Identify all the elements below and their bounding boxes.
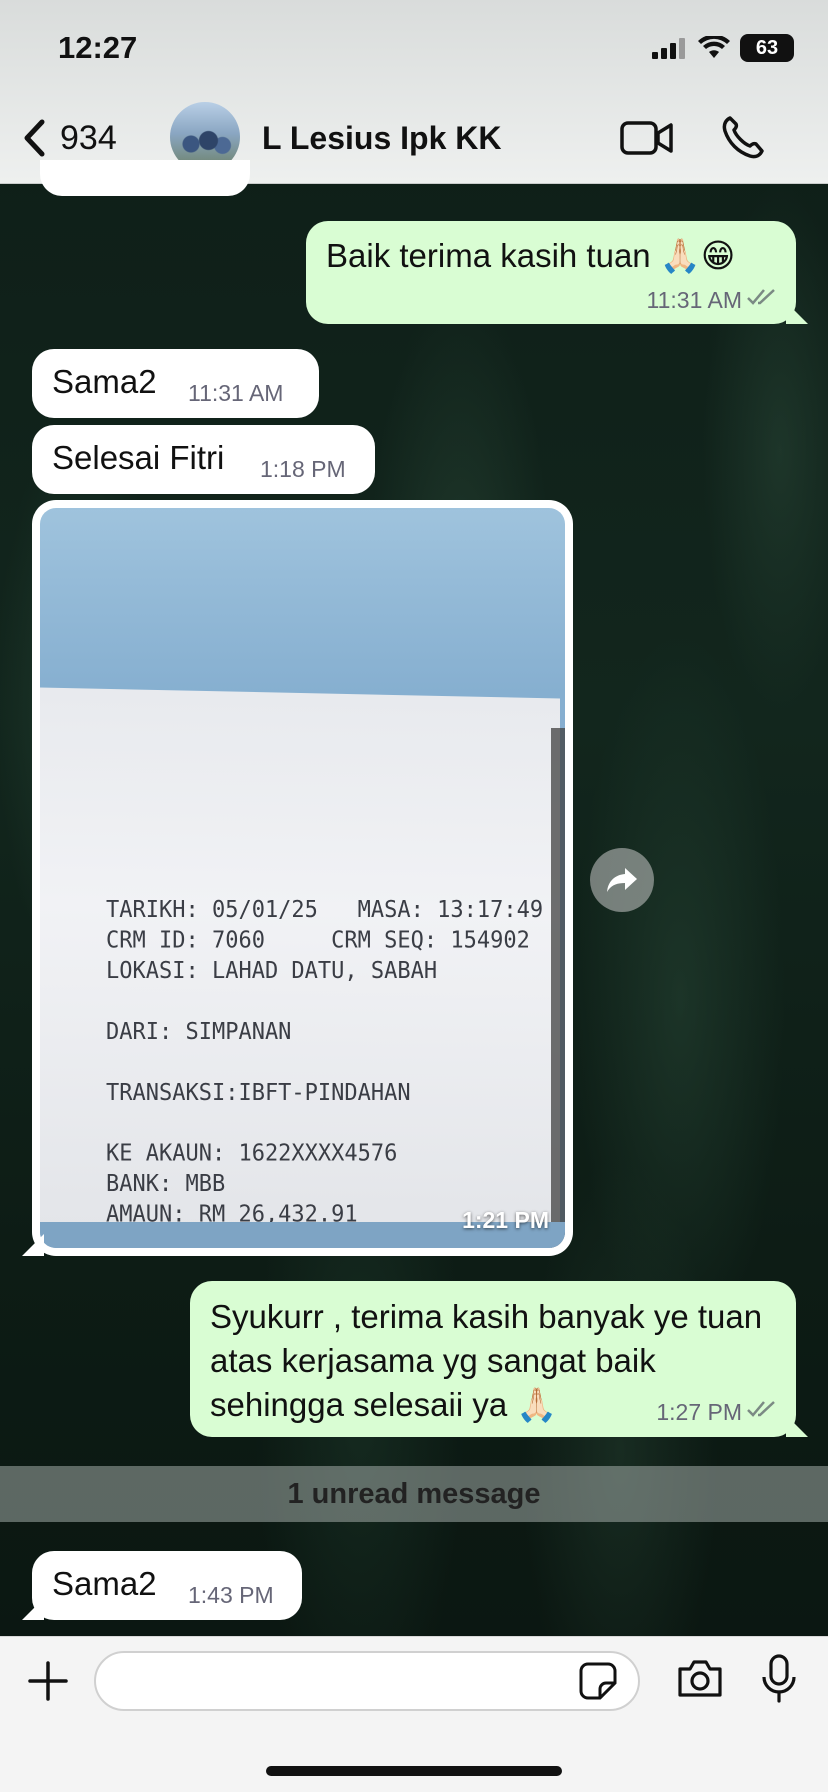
- plus-icon: [28, 1661, 68, 1701]
- voice-call-button[interactable]: [720, 114, 766, 165]
- message-time: 11:31 AM: [188, 380, 284, 406]
- microphone-icon: [762, 1654, 796, 1703]
- attach-button[interactable]: [26, 1659, 70, 1708]
- incoming-message[interactable]: Sama2 1:43 PM: [32, 1551, 302, 1620]
- image-message[interactable]: TARIKH: 05/01/25 MASA: 13:17:49 CRM ID: …: [32, 500, 573, 1256]
- message-text: Sama2: [52, 1565, 157, 1602]
- receipt-edge: [551, 728, 565, 1248]
- chat-header: 12:27 63 934 L Lesius Ipk KK: [0, 0, 828, 184]
- battery-indicator: 63: [740, 34, 794, 62]
- incoming-message[interactable]: Sama2 11:31 AM: [32, 349, 319, 418]
- camera-button[interactable]: [676, 1657, 724, 1704]
- incoming-message[interactable]: Selesai Fitri 1:18 PM: [32, 425, 375, 494]
- previous-message-fragment: [40, 160, 250, 196]
- home-indicator: [266, 1766, 562, 1776]
- read-ticks-icon: [747, 289, 775, 305]
- message-time: 11:31 AM: [646, 287, 742, 313]
- wifi-icon: [698, 36, 730, 58]
- back-chevron-icon: [24, 119, 45, 157]
- microphone-button[interactable]: [760, 1653, 798, 1710]
- message-time: 1:27 PM: [656, 1399, 742, 1425]
- outgoing-message[interactable]: Syukurr , terima kasih banyak ye tuan at…: [190, 1281, 796, 1437]
- unread-messages-banner: 1 unread message: [0, 1466, 828, 1522]
- forward-icon: [607, 868, 637, 892]
- status-icons: 63: [652, 34, 794, 62]
- message-time: 1:43 PM: [188, 1582, 274, 1608]
- receipt-text: TARIKH: 05/01/25 MASA: 13:17:49 CRM ID: …: [106, 897, 544, 1228]
- message-text: Baik terima kasih tuan 🙏🏻😁: [326, 237, 736, 274]
- message-text: Selesai Fitri: [52, 439, 225, 476]
- status-time: 12:27: [58, 30, 138, 65]
- read-ticks-icon: [747, 1401, 775, 1417]
- message-time: 1:21 PM: [462, 1207, 549, 1233]
- message-text: Sama2: [52, 363, 157, 400]
- unread-chats-count: 934: [60, 118, 117, 157]
- video-call-icon: [620, 121, 673, 155]
- receipt-photo[interactable]: TARIKH: 05/01/25 MASA: 13:17:49 CRM ID: …: [40, 508, 565, 1248]
- message-time: 1:18 PM: [260, 456, 346, 482]
- camera-icon: [678, 1660, 722, 1697]
- contact-name[interactable]: L Lesius Ipk KK: [262, 120, 501, 157]
- forward-button[interactable]: [590, 848, 654, 912]
- message-input[interactable]: [94, 1651, 640, 1711]
- phone-icon: [722, 116, 764, 159]
- sticker-icon: [579, 1662, 617, 1700]
- outgoing-message[interactable]: Baik terima kasih tuan 🙏🏻😁 11:31 AM: [306, 221, 796, 324]
- video-call-button[interactable]: [620, 118, 674, 163]
- signal-icon: [652, 38, 685, 59]
- sticker-button[interactable]: [578, 1661, 618, 1706]
- unread-banner-text: 1 unread message: [287, 1477, 541, 1510]
- back-button[interactable]: 934: [22, 118, 117, 158]
